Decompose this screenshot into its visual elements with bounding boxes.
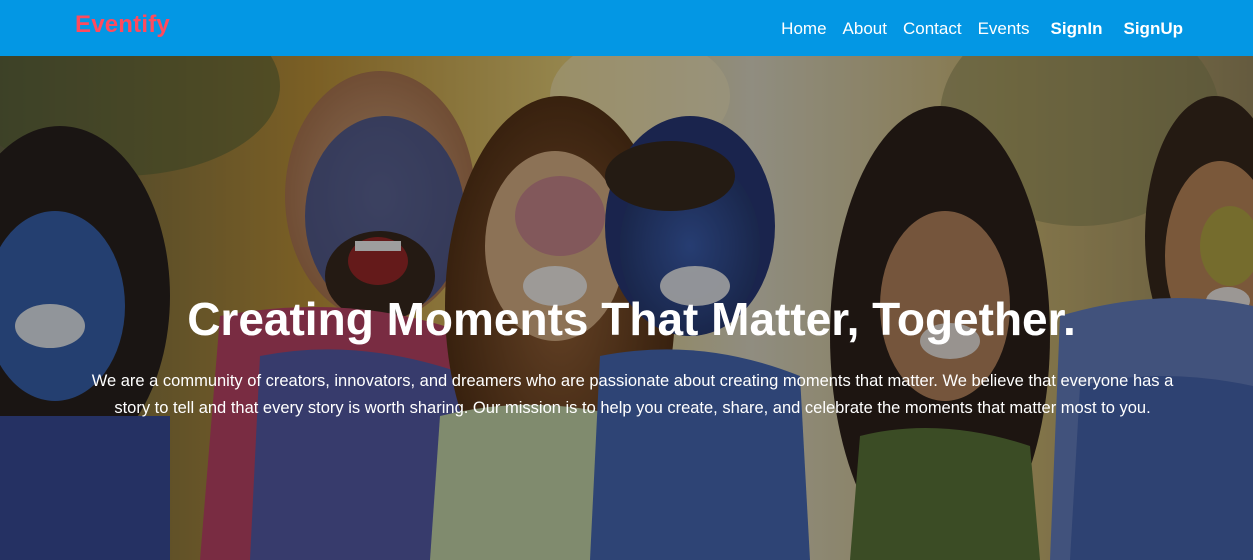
nav-link-events[interactable]: Events — [978, 20, 1030, 37]
hero-section: Creating Moments That Matter, Together. … — [0, 56, 1253, 560]
nav-link-about[interactable]: About — [843, 20, 887, 37]
nav-link-home[interactable]: Home — [781, 20, 826, 37]
hero-title: Creating Moments That Matter, Together. — [187, 293, 1076, 345]
brand-logo[interactable]: Eventify — [75, 11, 170, 39]
signin-button[interactable]: SignIn — [1051, 20, 1103, 37]
nav-link-contact[interactable]: Contact — [903, 20, 962, 37]
nav-links: Home About Contact Events SignIn SignUp — [765, 0, 1183, 56]
top-navbar: Eventify Home About Contact Events SignI… — [0, 0, 1253, 56]
signup-button[interactable]: SignUp — [1124, 20, 1184, 37]
hero-description: We are a community of creators, innovato… — [91, 372, 1174, 417]
